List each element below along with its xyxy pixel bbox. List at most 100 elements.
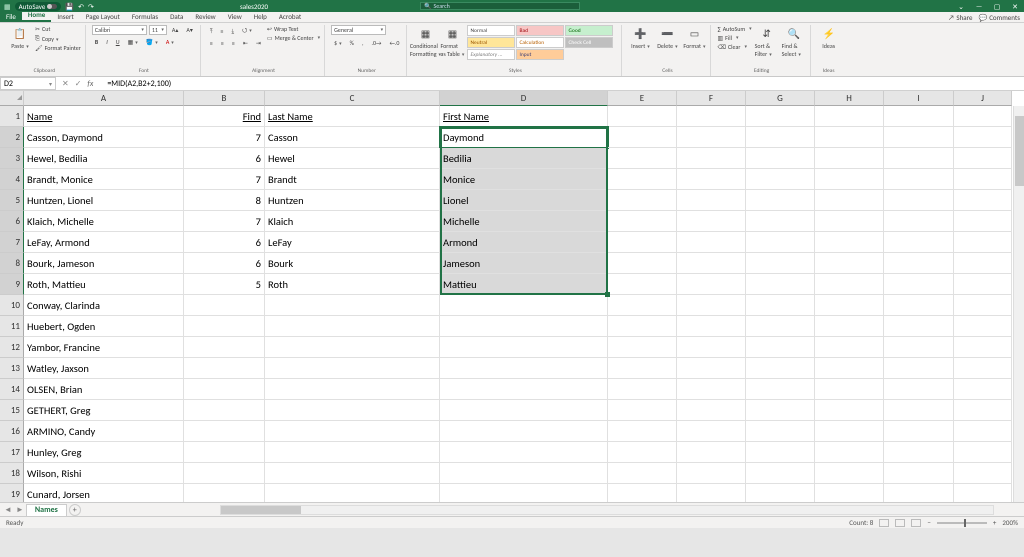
tab-help[interactable]: Help (248, 11, 273, 22)
view-normal-button[interactable] (879, 519, 889, 527)
bold-button[interactable]: B (92, 37, 101, 47)
row-header[interactable]: 17 (0, 442, 24, 463)
cell-F4[interactable] (677, 169, 746, 190)
conditional-formatting-button[interactable]: ▦Conditional Formatting (413, 25, 437, 58)
cell-H6[interactable] (815, 211, 884, 232)
style-neutral[interactable]: Neutral (467, 37, 515, 48)
cell-A6[interactable]: Klaich, Michelle (24, 211, 184, 232)
indent-inc-button[interactable]: ⇥ (253, 38, 264, 48)
cell-I5[interactable] (884, 190, 954, 211)
cell-J2[interactable] (954, 127, 1012, 148)
cell-G13[interactable] (746, 358, 815, 379)
cell-C3[interactable]: Hewel (265, 148, 440, 169)
cell-H15[interactable] (815, 400, 884, 421)
row-header[interactable]: 8 (0, 253, 24, 274)
add-sheet-button[interactable]: + (69, 504, 81, 516)
worksheet-grid[interactable]: ABCDEFGHIJ 12345678910111213141516171819… (0, 91, 1024, 502)
cell-G12[interactable] (746, 337, 815, 358)
zoom-slider[interactable] (937, 522, 987, 524)
border-button[interactable]: ▦ (125, 37, 141, 47)
cell-H14[interactable] (815, 379, 884, 400)
maximize-button[interactable]: ▢ (988, 0, 1006, 12)
align-right-button[interactable]: ≡ (229, 38, 238, 48)
style-check-cell[interactable]: Check Cell (565, 37, 613, 48)
merge-center-button[interactable]: ▭Merge & Center (267, 34, 320, 42)
cell-F10[interactable] (677, 295, 746, 316)
percent-button[interactable]: % (347, 38, 357, 48)
ribbon-options-button[interactable]: ⌄ (952, 0, 970, 12)
cell-F9[interactable] (677, 274, 746, 295)
accounting-button[interactable]: $ (331, 38, 345, 48)
cell-E18[interactable] (608, 463, 677, 484)
column-header-J[interactable]: J (954, 91, 1012, 106)
cell-E2[interactable] (608, 127, 677, 148)
cell-B10[interactable] (184, 295, 265, 316)
cell-I3[interactable] (884, 148, 954, 169)
cell-C1[interactable]: Last Name (265, 106, 440, 127)
dec-decimal-button[interactable]: ←.0 (386, 38, 402, 48)
cell-J9[interactable] (954, 274, 1012, 295)
autosum-button[interactable]: ∑ AutoSum (717, 25, 751, 33)
cell-D9[interactable]: Mattieu (440, 274, 608, 295)
cell-J16[interactable] (954, 421, 1012, 442)
tab-page-layout[interactable]: Page Layout (80, 11, 126, 22)
cell-D16[interactable] (440, 421, 608, 442)
cell-D11[interactable] (440, 316, 608, 337)
cell-D2[interactable]: Daymond (440, 127, 608, 148)
cell-J14[interactable] (954, 379, 1012, 400)
cell-B4[interactable]: 7 (184, 169, 265, 190)
cell-F16[interactable] (677, 421, 746, 442)
clear-button[interactable]: ⌫ Clear (717, 43, 751, 51)
cell-E15[interactable] (608, 400, 677, 421)
style-input[interactable]: Input (516, 49, 564, 60)
cell-I14[interactable] (884, 379, 954, 400)
vertical-scrollbar[interactable] (1013, 106, 1024, 502)
cell-A13[interactable]: Watley, Jaxson (24, 358, 184, 379)
align-center-button[interactable]: ≡ (218, 38, 227, 48)
cell-A9[interactable]: Roth, Mattieu (24, 274, 184, 295)
cell-B18[interactable] (184, 463, 265, 484)
align-top-button[interactable]: ⤒ (207, 26, 216, 37)
cell-D3[interactable]: Bedilia (440, 148, 608, 169)
comma-button[interactable]: , (359, 38, 367, 48)
cell-E8[interactable] (608, 253, 677, 274)
font-color-button[interactable]: A (163, 37, 177, 47)
cell-B16[interactable] (184, 421, 265, 442)
row-header[interactable]: 6 (0, 211, 24, 232)
row-header[interactable]: 12 (0, 337, 24, 358)
cell-J5[interactable] (954, 190, 1012, 211)
cell-I4[interactable] (884, 169, 954, 190)
decrease-font-button[interactable]: A▾ (183, 25, 195, 35)
indent-dec-button[interactable]: ⇤ (240, 38, 251, 48)
copy-button[interactable]: ⎘Copy (35, 34, 81, 43)
cell-E9[interactable] (608, 274, 677, 295)
cell-J7[interactable] (954, 232, 1012, 253)
minimize-button[interactable]: — (970, 0, 988, 12)
row-header[interactable]: 4 (0, 169, 24, 190)
cell-I8[interactable] (884, 253, 954, 274)
cell-H4[interactable] (815, 169, 884, 190)
row-header[interactable]: 11 (0, 316, 24, 337)
cell-A5[interactable]: Huntzen, Lionel (24, 190, 184, 211)
cell-G4[interactable] (746, 169, 815, 190)
cell-A12[interactable]: Yambor, Francine (24, 337, 184, 358)
cell-G5[interactable] (746, 190, 815, 211)
row-header[interactable]: 3 (0, 148, 24, 169)
cell-D5[interactable]: Lionel (440, 190, 608, 211)
ideas-button[interactable]: ⚡Ideas (817, 25, 841, 50)
cell-A14[interactable]: OLSEN, Brian (24, 379, 184, 400)
cell-J17[interactable] (954, 442, 1012, 463)
cell-B1[interactable]: Find (184, 106, 265, 127)
cell-J8[interactable] (954, 253, 1012, 274)
cell-F11[interactable] (677, 316, 746, 337)
row-header[interactable]: 2 (0, 127, 24, 148)
cell-B7[interactable]: 6 (184, 232, 265, 253)
cell-C8[interactable]: Bourk (265, 253, 440, 274)
column-header-D[interactable]: D (440, 91, 608, 106)
name-box[interactable]: D2▾ (0, 77, 56, 90)
delete-cells-button[interactable]: ➖Delete (655, 25, 679, 50)
cell-D17[interactable] (440, 442, 608, 463)
cell-I10[interactable] (884, 295, 954, 316)
cell-E14[interactable] (608, 379, 677, 400)
cell-J12[interactable] (954, 337, 1012, 358)
